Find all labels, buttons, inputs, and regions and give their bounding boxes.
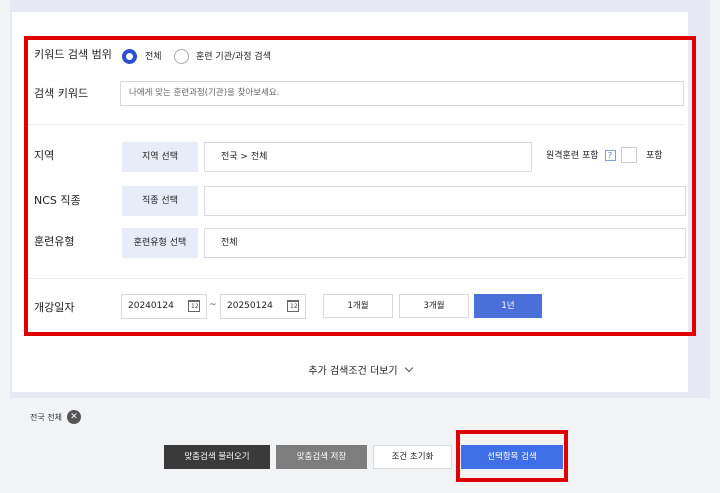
remote-include-checkbox[interactable] <box>621 147 637 163</box>
divider <box>24 278 684 279</box>
ncs-label: NCS 직종 <box>34 194 81 207</box>
more-conditions-toggle[interactable]: 추가 검색조건 더보기 <box>0 362 720 377</box>
load-custom-search-button[interactable]: 맞춤검색 불러오기 <box>164 445 270 469</box>
remote-training-label: 원격훈련 포함 <box>546 151 599 161</box>
remote-include-label: 포함 <box>646 151 663 161</box>
period-1-month-button[interactable]: 1개월 <box>323 294 393 318</box>
remote-training-option: 원격훈련 포함? <box>546 150 616 163</box>
divider <box>24 124 684 125</box>
help-icon[interactable]: ? <box>604 150 616 161</box>
ncs-select-button[interactable]: 직종 선택 <box>122 186 198 216</box>
region-field[interactable]: 전국 > 전체 <box>204 142 532 172</box>
radio-scope-all[interactable] <box>122 49 137 64</box>
more-conditions-label: 추가 검색조건 더보기 <box>308 366 398 377</box>
calendar-icon[interactable]: 12 <box>188 300 200 312</box>
date-range-tilde: ~ <box>209 300 217 310</box>
search-keyword-input[interactable]: 나에게 맞는 훈련과정(기관)을 찾아보세요. <box>120 81 684 106</box>
chevron-down-icon <box>404 363 413 373</box>
radio-scope-institution[interactable] <box>174 49 189 64</box>
start-date-label: 개강일자 <box>34 301 75 314</box>
search-keyword-label: 검색 키워드 <box>34 87 89 100</box>
date-to-value: 20250124 <box>227 301 273 311</box>
training-type-field[interactable]: 전체 <box>204 228 686 258</box>
date-to-input[interactable]: 20250124 12 <box>220 294 306 319</box>
selected-chip-label: 전국 전체 <box>30 413 62 422</box>
radio-scope-institution-label: 훈련 기관/과정 검색 <box>196 52 271 62</box>
training-type-label: 훈련유형 <box>34 235 75 248</box>
date-from-value: 20240124 <box>128 301 174 311</box>
keyword-scope-label: 키워드 검색 범위 <box>34 48 112 61</box>
save-custom-search-button[interactable]: 맞춤검색 저장 <box>276 445 367 469</box>
period-1-year-button[interactable]: 1년 <box>474 294 542 318</box>
radio-scope-all-label: 전체 <box>145 52 162 62</box>
calendar-icon[interactable]: 12 <box>287 300 299 312</box>
close-icon[interactable]: ✕ <box>67 410 81 424</box>
region-select-button[interactable]: 지역 선택 <box>122 142 198 172</box>
region-label: 지역 <box>34 149 55 162</box>
training-type-select-button[interactable]: 훈련유형 선택 <box>122 228 198 258</box>
reset-conditions-button[interactable]: 조건 초기화 <box>373 445 452 469</box>
ncs-field[interactable] <box>204 186 686 216</box>
search-selected-button[interactable]: 선택항목 검색 <box>461 445 563 469</box>
date-from-input[interactable]: 20240124 12 <box>121 294 207 319</box>
period-3-month-button[interactable]: 3개월 <box>399 294 469 318</box>
